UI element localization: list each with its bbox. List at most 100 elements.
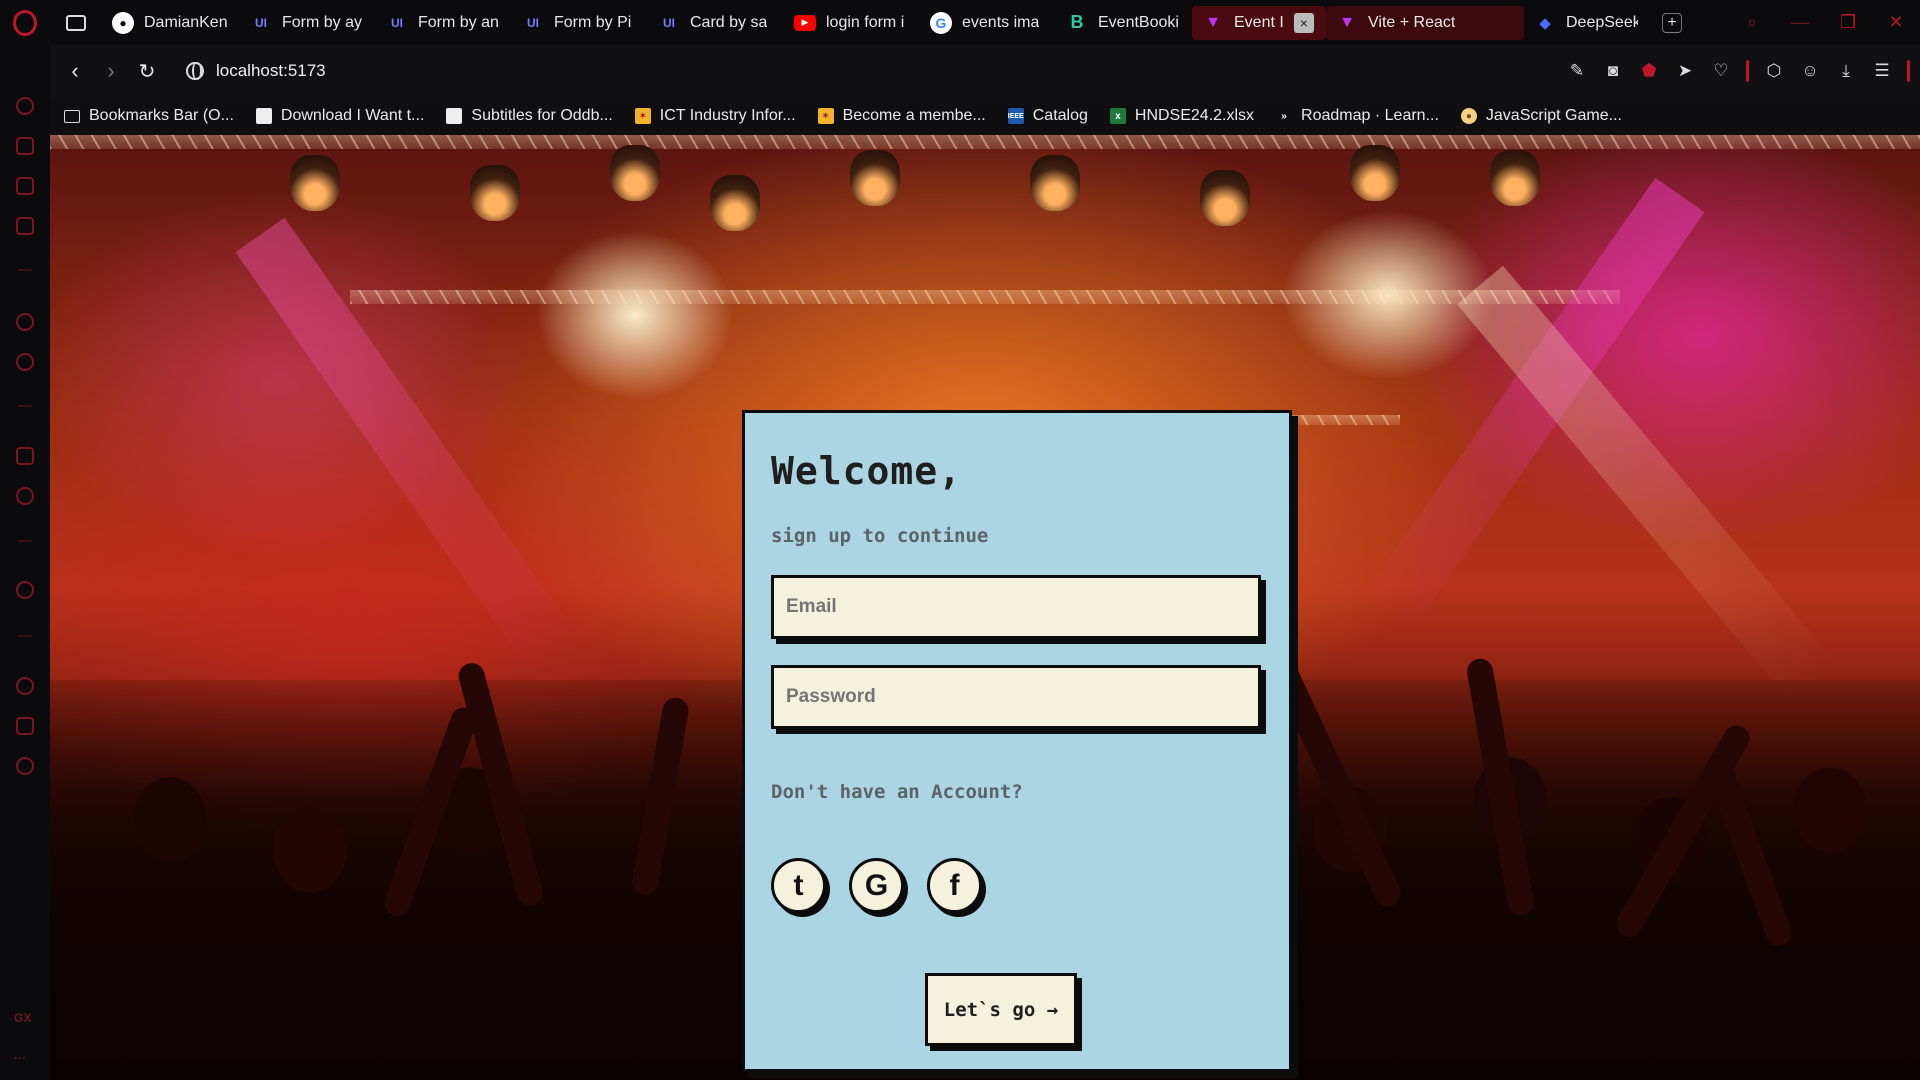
- bookmark-label: JavaScript Game...: [1485, 107, 1622, 124]
- bookmark-folder[interactable]: Bookmarks Bar (O...: [64, 107, 234, 125]
- heart-icon[interactable]: ♡: [1710, 60, 1732, 82]
- email-input[interactable]: [771, 575, 1261, 639]
- stage-light: [710, 175, 760, 231]
- extensions-icon[interactable]: [16, 717, 34, 735]
- gx-corner-icon[interactable]: [16, 217, 34, 235]
- forward-button[interactable]: ›: [94, 54, 128, 88]
- tab-list: ● DamianKen UI Form by ay UI Form by an …: [102, 0, 1682, 45]
- opera-logo-icon[interactable]: [0, 0, 50, 45]
- bookmark-label: ICT Industry Infor...: [659, 107, 796, 124]
- stage-light: [1200, 170, 1250, 226]
- roadmap-icon: »: [1281, 110, 1287, 122]
- tab-form-1[interactable]: UI Form by ay: [240, 6, 376, 40]
- url-text[interactable]: localhost:5173: [216, 61, 326, 81]
- twitter-login-button[interactable]: t: [771, 858, 826, 913]
- shopping-icon[interactable]: [16, 137, 34, 155]
- history-icon[interactable]: [16, 677, 34, 695]
- ieee-icon: IEEE: [1007, 108, 1024, 124]
- whatsapp-icon[interactable]: [16, 487, 34, 505]
- back-button[interactable]: ‹: [58, 54, 92, 88]
- gx-icon[interactable]: GX: [14, 1011, 31, 1025]
- bookmark-label: Become a membe...: [842, 107, 986, 124]
- tiktok-icon[interactable]: [16, 313, 34, 331]
- google-icon: G: [930, 11, 952, 34]
- tab-google[interactable]: G events ima: [920, 6, 1056, 40]
- download-icon[interactable]: ⤓: [1835, 60, 1857, 82]
- sidebar-divider: [18, 540, 32, 542]
- tab-deepseek[interactable]: ◆ DeepSeek: [1524, 6, 1648, 40]
- send-icon[interactable]: ➤: [1674, 60, 1696, 82]
- stage-light: [850, 150, 900, 206]
- twitter-icon: t: [793, 868, 804, 902]
- no-account-link[interactable]: Don't have an Account?: [771, 781, 1263, 803]
- google-login-button[interactable]: G: [849, 858, 904, 913]
- settings-icon[interactable]: [16, 353, 34, 371]
- tab-card[interactable]: UI Card by sa: [648, 6, 784, 40]
- reload-button[interactable]: ↻: [130, 54, 164, 88]
- gear-icon[interactable]: [16, 757, 34, 775]
- tab-label: EventBooki: [1098, 13, 1179, 31]
- profile-icon[interactable]: ☺: [1799, 60, 1821, 82]
- tab-eventbooking[interactable]: B EventBooki: [1056, 6, 1192, 40]
- flag-icon: ✶: [634, 108, 651, 124]
- tab-youtube[interactable]: ▶ login form i: [784, 6, 920, 40]
- uiverse-icon: UI: [255, 15, 267, 30]
- workspaces-icon[interactable]: [50, 0, 102, 45]
- bookmark-label: Roadmap · Learn...: [1301, 107, 1439, 124]
- shield-icon[interactable]: ⬟: [1638, 60, 1660, 82]
- toolbar-divider: [1746, 60, 1749, 82]
- folder-icon: [64, 109, 80, 123]
- messenger-icon[interactable]: [16, 447, 34, 465]
- tab-vite-react[interactable]: ▼ Vite + React: [1326, 5, 1524, 40]
- tab-label: Form by ay: [282, 13, 363, 31]
- facebook-login-button[interactable]: f: [927, 858, 982, 913]
- submit-button[interactable]: Let`s go →: [925, 973, 1077, 1046]
- camera-icon[interactable]: ◙: [1602, 60, 1624, 82]
- stage-light: [1030, 155, 1080, 211]
- facebook-icon: f: [949, 868, 960, 902]
- cube-icon[interactable]: ⬡: [1763, 60, 1785, 82]
- bookmark-item[interactable]: Download I Want t...: [255, 107, 424, 125]
- minimize-icon[interactable]: —: [1776, 0, 1824, 45]
- new-tab-button[interactable]: +: [1662, 12, 1682, 33]
- bookmark-item[interactable]: IEEE Catalog: [1007, 107, 1088, 125]
- twitch-icon[interactable]: [16, 177, 34, 195]
- stage-truss: [350, 290, 1620, 304]
- window-controls: ⌕ — ❐ ✕: [1728, 0, 1920, 45]
- speed-dial-icon[interactable]: [16, 97, 34, 115]
- menu-icon[interactable]: ☰: [1871, 60, 1893, 82]
- tab-strip: ● DamianKen UI Form by ay UI Form by an …: [0, 0, 1920, 45]
- search-tabs-icon[interactable]: ⌕: [1728, 0, 1776, 45]
- bookmark-item[interactable]: » Roadmap · Learn...: [1276, 107, 1439, 125]
- sidebar-divider: [18, 635, 32, 637]
- globe-icon: [186, 62, 204, 80]
- edit-icon[interactable]: ✎: [1566, 60, 1588, 82]
- tab-label: DamianKen: [144, 13, 228, 31]
- welcome-title: Welcome,: [771, 449, 963, 493]
- url-field[interactable]: localhost:5173: [186, 61, 326, 81]
- tab-event[interactable]: ▼ Event I ×: [1192, 5, 1326, 40]
- tab-github[interactable]: ● DamianKen: [102, 6, 240, 40]
- bookmark-item[interactable]: ✶ ICT Industry Infor...: [634, 107, 796, 125]
- uiverse-icon: UI: [527, 15, 539, 30]
- password-input[interactable]: [771, 665, 1261, 729]
- tab-form-3[interactable]: UI Form by Pi: [512, 6, 648, 40]
- close-window-icon[interactable]: ✕: [1872, 0, 1920, 45]
- close-icon[interactable]: ×: [1293, 12, 1314, 33]
- bookmark-label: HNDSE24.2.xlsx: [1134, 107, 1255, 124]
- tab-form-2[interactable]: UI Form by an: [376, 6, 512, 40]
- maximize-icon[interactable]: ❐: [1824, 0, 1872, 45]
- stage-truss: [50, 135, 1920, 149]
- stage-light: [610, 145, 660, 201]
- bookmark-item[interactable]: x HNDSE24.2.xlsx: [1109, 107, 1255, 125]
- uiverse-icon: UI: [663, 15, 675, 30]
- flag-icon: ✶: [817, 108, 834, 124]
- tab-label: login form i: [826, 13, 905, 31]
- player-icon[interactable]: [16, 581, 34, 599]
- bookmark-item[interactable]: ● JavaScript Game...: [1460, 107, 1622, 125]
- vite-icon: ▼: [1205, 13, 1221, 31]
- bookmark-item[interactable]: ✶ Become a membe...: [817, 107, 986, 125]
- bookmark-item[interactable]: Subtitles for Oddb...: [446, 107, 613, 125]
- more-icon[interactable]: ···: [14, 1051, 26, 1065]
- vite-icon: ▼: [1339, 13, 1355, 31]
